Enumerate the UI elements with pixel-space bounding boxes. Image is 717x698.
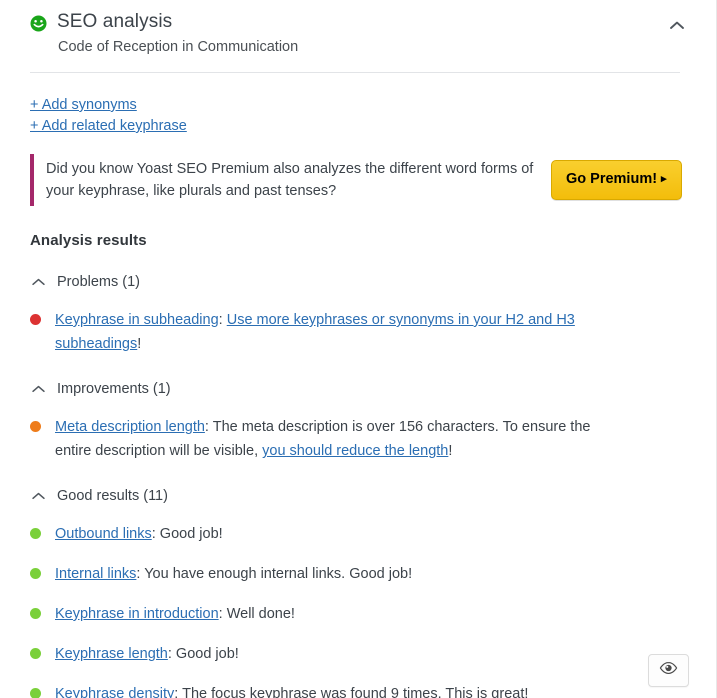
status-dot-good <box>30 568 41 579</box>
analysis-item-text: Internal links: You have enough internal… <box>55 562 412 586</box>
keyphrase-subtitle: Code of Reception in Communication <box>58 39 299 55</box>
analysis-item-body: The focus keyphrase was found 9 times. T… <box>182 686 529 698</box>
analysis-item-body: You have enough internal links. Good job… <box>144 566 413 582</box>
section-label-problems: Problems (1) <box>57 274 140 290</box>
seo-analysis-panel: SEO analysis Code of Reception in Commun… <box>0 0 717 698</box>
go-premium-label: Go Premium! <box>566 171 658 188</box>
go-premium-button[interactable]: Go Premium! ▸ <box>551 160 682 200</box>
analysis-item-link[interactable]: Internal links <box>55 566 136 582</box>
section-label-improvements: Improvements (1) <box>57 381 171 397</box>
analysis-item-list-good-results: Outbound links: Good job! Internal links:… <box>30 522 686 698</box>
page-title: SEO analysis <box>57 11 173 32</box>
add-related-keyphrase-link[interactable]: + Add related keyphrase <box>30 116 187 136</box>
triangle-right-icon: ▸ <box>661 173 667 186</box>
smiley-face-green-icon <box>30 15 47 32</box>
section-toggle-improvements[interactable]: Improvements (1) <box>30 379 171 399</box>
analysis-item-link[interactable]: Meta description length <box>55 419 205 435</box>
analysis-item-body: Good job! <box>175 646 239 662</box>
analysis-item-body: Good job! <box>159 526 223 542</box>
premium-banner-message: Did you know Yoast SEO Premium also anal… <box>46 161 534 199</box>
header-text-block: SEO analysis Code of Reception in Commun… <box>57 10 662 57</box>
analysis-item-separator: : <box>167 646 176 662</box>
status-dot-good <box>30 528 41 539</box>
add-synonyms-link[interactable]: + Add synonyms <box>30 95 137 115</box>
analysis-item-link[interactable]: Keyphrase length <box>55 646 168 662</box>
analysis-item-link[interactable]: Outbound links <box>55 526 152 542</box>
analysis-item-text: Keyphrase length: Good job! <box>55 642 239 666</box>
analysis-item-separator: : <box>151 526 160 542</box>
analysis-item-list-improvements: Meta description length: The meta descri… <box>30 415 686 463</box>
analysis-item-link[interactable]: Keyphrase in subheading <box>55 312 219 328</box>
analysis-item-tail: ! <box>137 336 142 352</box>
status-dot-bad <box>30 314 41 325</box>
analysis-item: Keyphrase density: The focus keyphrase w… <box>30 682 686 698</box>
analysis-item-text: Meta description length: The meta descri… <box>55 415 620 463</box>
section-label-good-results: Good results (11) <box>57 488 168 504</box>
analysis-item-body-link[interactable]: you should reduce the length <box>262 443 448 459</box>
chevron-up-icon <box>30 274 46 290</box>
analysis-section-improvements: Improvements (1) Meta description length:… <box>30 379 686 463</box>
analysis-item-separator: : <box>218 312 227 328</box>
chevron-up-icon <box>30 381 46 397</box>
analysis-item-body: Well done! <box>226 606 295 622</box>
analysis-item-separator: : <box>218 606 227 622</box>
analysis-item: Outbound links: Good job! <box>30 522 686 546</box>
analysis-section-good-results: Good results (11) Outbound links: Good jo… <box>30 486 686 698</box>
analysis-item: Keyphrase length: Good job! <box>30 642 686 666</box>
analysis-item-text: Keyphrase in subheading: Use more keyphr… <box>55 308 620 356</box>
chevron-up-icon <box>30 488 46 504</box>
analysis-item-link[interactable]: Keyphrase in introduction <box>55 606 219 622</box>
add-keyphrase-links: + Add synonyms + Add related keyphrase <box>0 73 716 136</box>
eye-icon <box>659 661 678 680</box>
analysis-item-link[interactable]: Keyphrase density <box>55 686 174 698</box>
analysis-item: Internal links: You have enough internal… <box>30 562 686 586</box>
analysis-item-list-problems: Keyphrase in subheading: Use more keyphr… <box>30 308 686 356</box>
analysis-item-separator: : <box>204 419 213 435</box>
panel-header: SEO analysis Code of Reception in Commun… <box>0 0 716 62</box>
chevron-up-icon <box>669 18 685 36</box>
status-dot-good <box>30 688 41 698</box>
analysis-item-tail: ! <box>448 443 453 459</box>
analysis-item: Keyphrase in subheading: Use more keyphr… <box>30 308 686 356</box>
status-dot-good <box>30 608 41 619</box>
analysis-item-text: Keyphrase density: The focus keyphrase w… <box>55 682 528 698</box>
analysis-item: Keyphrase in introduction: Well done! <box>30 602 686 626</box>
premium-upsell-banner: Did you know Yoast SEO Premium also anal… <box>30 154 686 206</box>
status-dot-ok <box>30 421 41 432</box>
analysis-item-separator: : <box>174 686 183 698</box>
analysis-sections: Problems (1) Keyphrase in subheading: Use… <box>0 272 716 698</box>
analysis-item-text: Keyphrase in introduction: Well done! <box>55 602 295 626</box>
status-dot-good <box>30 648 41 659</box>
section-toggle-good-results[interactable]: Good results (11) <box>30 486 168 506</box>
analysis-item: Meta description length: The meta descri… <box>30 415 686 463</box>
collapse-panel-button[interactable] <box>662 12 692 42</box>
preview-eye-button[interactable] <box>648 654 689 687</box>
analysis-results-heading: Analysis results <box>30 232 147 249</box>
analysis-item-text: Outbound links: Good job! <box>55 522 223 546</box>
analysis-section-problems: Problems (1) Keyphrase in subheading: Use… <box>30 272 686 356</box>
section-toggle-problems[interactable]: Problems (1) <box>30 272 140 292</box>
